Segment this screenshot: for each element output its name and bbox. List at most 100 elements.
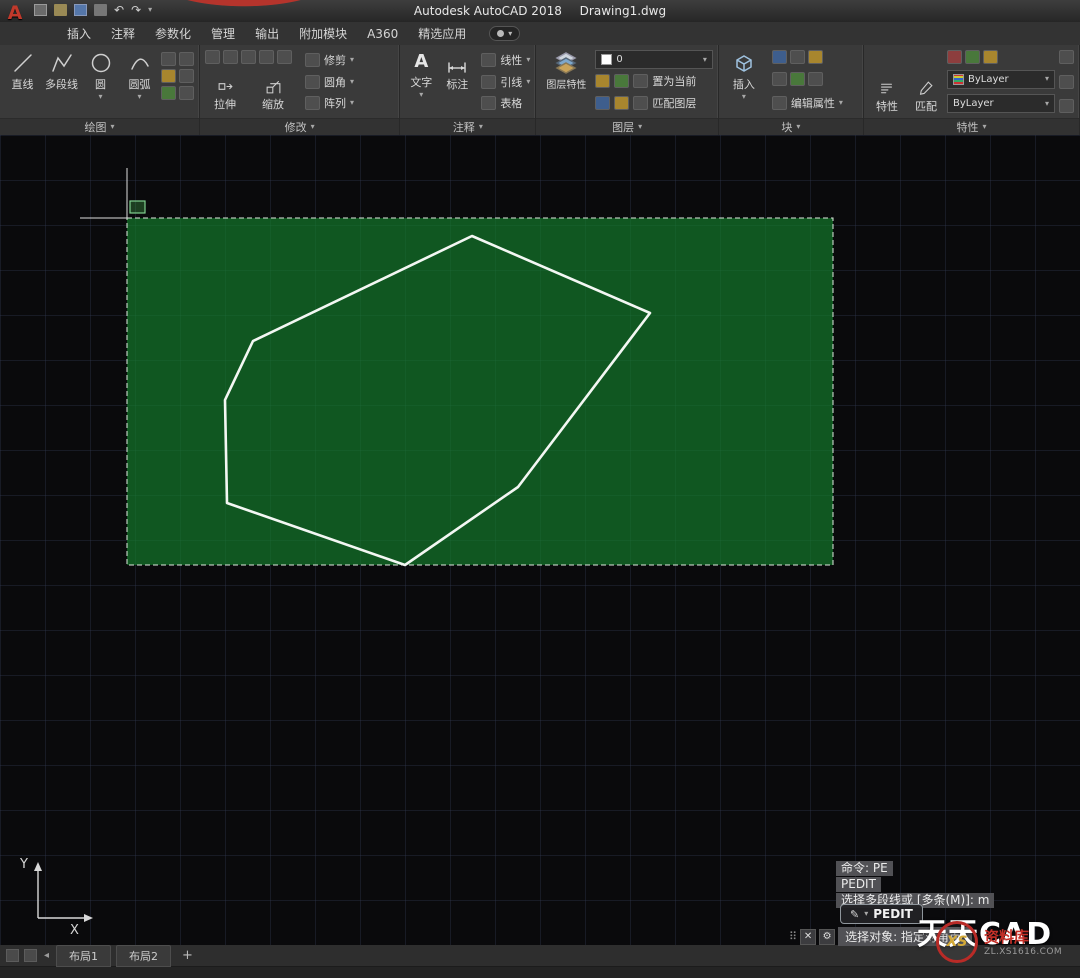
edit-attributes-button[interactable]: 编辑属性 ▾ <box>772 93 858 113</box>
dimension-tool-button[interactable]: 标注 <box>441 48 473 115</box>
match-layer-button[interactable]: 匹配图层 <box>595 93 713 113</box>
drag-handle-icon[interactable]: ⠿ <box>789 930 797 943</box>
layout-nav-left-icon[interactable]: ◂ <box>42 950 51 961</box>
application-menu-button[interactable]: A <box>3 0 27 25</box>
panel-modify-label[interactable]: 修改 ▾ <box>200 118 399 135</box>
panel-modify: 拉伸 缩放 修剪 ▾ <box>200 45 400 135</box>
block-tool-icon[interactable] <box>772 72 787 86</box>
linetype-tool-icon[interactable] <box>965 50 980 64</box>
stretch-icon <box>217 78 234 95</box>
layer-tool-icon[interactable] <box>614 96 629 110</box>
color-bylayer-dropdown[interactable]: ByLayer ▾ <box>947 70 1055 89</box>
color-tool-icon[interactable] <box>947 50 962 64</box>
tab-insert[interactable]: 插入 <box>58 22 100 45</box>
array-tool-button[interactable]: 阵列 ▾ <box>305 93 354 113</box>
layer-tool-icon[interactable] <box>614 74 629 88</box>
panel-draw: 直线 多段线 圆 ▾ 圆弧 ▾ <box>0 45 200 135</box>
point-tool-icon[interactable] <box>161 86 176 100</box>
copy-tool-icon[interactable] <box>223 50 238 64</box>
list-view-icon[interactable] <box>1059 99 1074 113</box>
tab-parametric[interactable]: 参数化 <box>146 22 200 45</box>
layer-tool-icon[interactable] <box>633 96 648 110</box>
line-tool-button[interactable]: 直线 <box>5 48 40 115</box>
trim-tool-button[interactable]: 修剪 ▾ <box>305 50 354 70</box>
floating-command-label[interactable]: ✎ ▾ PEDIT <box>840 904 923 924</box>
arc-tool-button[interactable]: 圆弧 ▾ <box>122 48 157 115</box>
tab-output[interactable]: 输出 <box>246 22 288 45</box>
table-button[interactable]: 表格 <box>481 93 530 113</box>
tab-addins[interactable]: 附加模块 <box>290 22 356 45</box>
panel-properties-label[interactable]: 特性 ▾ <box>864 118 1079 135</box>
chevron-down-icon: ▾ <box>526 78 530 86</box>
panel-block-label[interactable]: 块 ▾ <box>719 118 863 135</box>
autocad-logo: A <box>8 2 23 24</box>
stretch-tool-button[interactable]: 拉伸 <box>205 78 245 113</box>
set-current-layer-button[interactable]: 置为当前 <box>595 71 713 91</box>
layer-select-dropdown[interactable]: 0 ▾ <box>595 50 713 69</box>
list-view-icon[interactable] <box>1059 50 1074 64</box>
chevron-down-icon: ▾ <box>98 93 102 101</box>
block-tool-icon[interactable] <box>808 50 823 64</box>
spline-tool-icon[interactable] <box>179 69 194 83</box>
block-tool-icon[interactable] <box>808 72 823 86</box>
layer-tool-icon[interactable] <box>595 96 610 110</box>
polyline-tool-button[interactable]: 多段线 <box>44 48 79 115</box>
erase-tool-icon[interactable] <box>277 50 292 64</box>
region-tool-icon[interactable] <box>179 86 194 100</box>
chevron-down-icon: ▾ <box>350 56 354 64</box>
panel-draw-label[interactable]: 绘图 ▾ <box>0 118 199 135</box>
drawing-canvas[interactable]: Y X 命令: PE PEDIT 选择多段线或 [多条(M)]: m ✎ ▾ P… <box>0 135 1080 945</box>
properties-button[interactable]: 特性 <box>869 48 905 115</box>
block-tool-icon[interactable] <box>790 50 805 64</box>
leader-button[interactable]: 引线 ▾ <box>481 72 530 92</box>
hatch-tool-icon[interactable] <box>161 69 176 83</box>
chevron-down-icon: ▾ <box>137 93 141 101</box>
layer-tool-icon[interactable] <box>595 74 610 88</box>
layer-properties-button[interactable]: 图层特性 <box>541 48 591 115</box>
customize-wrench-icon[interactable]: ⚙ <box>819 929 835 945</box>
ribbon-display-toggle[interactable]: ▾ <box>489 26 520 41</box>
insert-block-button[interactable]: 插入 ▾ <box>724 48 764 115</box>
layer-tool-icon[interactable] <box>633 74 648 88</box>
mirror-tool-icon[interactable] <box>259 50 274 64</box>
lineweight-tool-icon[interactable] <box>983 50 998 64</box>
match-properties-button[interactable]: 匹配 <box>909 48 943 115</box>
layer-color-swatch <box>601 54 612 65</box>
paper-space-icon[interactable] <box>24 949 37 962</box>
tab-manage[interactable]: 管理 <box>202 22 244 45</box>
command-history-line: 命令: PE <box>836 861 893 876</box>
match-properties-icon <box>917 80 934 97</box>
record-dot-icon <box>497 30 504 37</box>
panel-layers-label[interactable]: 图层 ▾ <box>536 118 718 135</box>
scale-tool-button[interactable]: 缩放 <box>253 78 293 113</box>
chevron-down-icon: ▾ <box>526 56 530 64</box>
ribbon-tab-row: 插入 注释 参数化 管理 输出 附加模块 A360 精选应用 ▾ <box>0 22 1080 45</box>
rotate-tool-icon[interactable] <box>241 50 256 64</box>
move-tool-icon[interactable] <box>205 50 220 64</box>
tab-layout1[interactable]: 布局1 <box>56 945 111 967</box>
block-tool-icon[interactable] <box>790 72 805 86</box>
linear-dim-button[interactable]: 线性 ▾ <box>481 50 530 70</box>
ellipse-tool-icon[interactable] <box>179 52 194 66</box>
close-icon[interactable]: ✕ <box>800 929 816 945</box>
list-view-icon[interactable] <box>1059 75 1074 89</box>
tab-annotate[interactable]: 注释 <box>102 22 144 45</box>
block-tool-icon[interactable] <box>772 50 787 64</box>
add-layout-button[interactable]: + <box>176 948 199 963</box>
chevron-down-icon: ▾ <box>742 93 746 101</box>
pencil-icon: ✎ <box>850 908 859 921</box>
linetype-bylayer-dropdown[interactable]: ByLayer ▾ <box>947 94 1055 113</box>
leader-icon <box>481 75 496 89</box>
text-tool-button[interactable]: A 文字 ▾ <box>405 48 437 115</box>
watermark-logo-circle: XS <box>936 921 978 963</box>
model-space-icon[interactable] <box>6 949 19 962</box>
fillet-tool-button[interactable]: 圆角 ▾ <box>305 72 354 92</box>
tab-a360[interactable]: A360 <box>358 24 407 44</box>
color-swatch <box>953 74 964 85</box>
command-history-line: PEDIT <box>836 877 881 892</box>
tab-featured-apps[interactable]: 精选应用 <box>409 22 475 45</box>
circle-tool-button[interactable]: 圆 ▾ <box>83 48 118 115</box>
panel-annotate-label[interactable]: 注释 ▾ <box>400 118 535 135</box>
tab-layout2[interactable]: 布局2 <box>116 945 171 967</box>
rectangle-tool-icon[interactable] <box>161 52 176 66</box>
